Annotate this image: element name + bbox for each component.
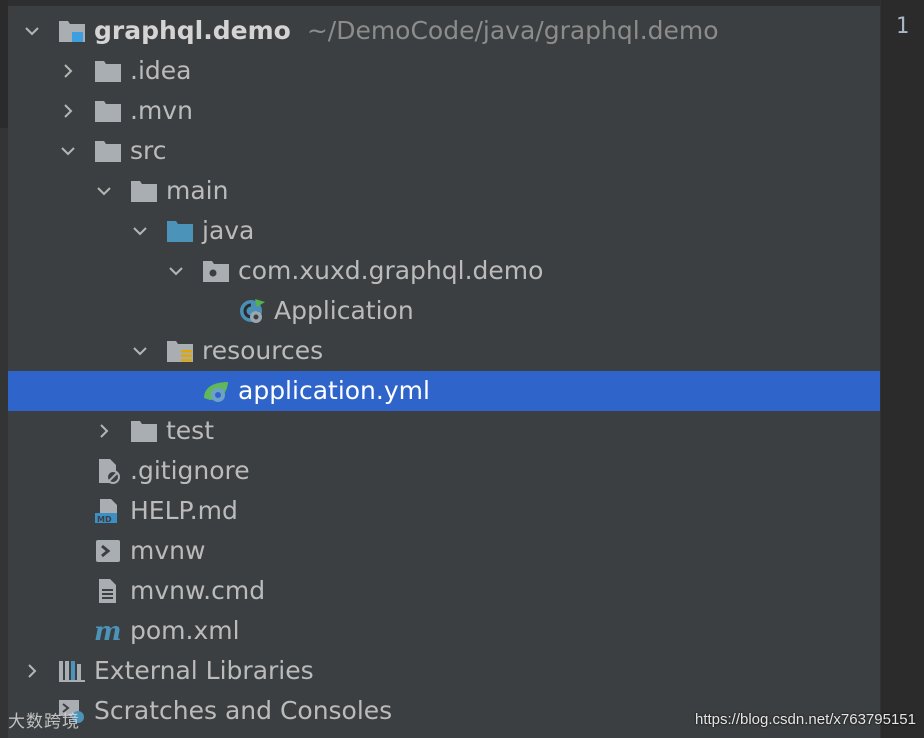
tree-item-label: External Libraries [94,656,314,685]
chevron-down-icon[interactable] [164,251,188,291]
editor-gutter: 1 [880,0,924,738]
ignore-file-icon [94,458,122,484]
markdown-file-icon: MD [94,498,122,524]
tree-item-help-md[interactable]: MD HELP.md [8,491,880,531]
tree-item-label: com.xuxd.graphql.demo [238,256,544,285]
chevron-down-icon[interactable] [92,171,116,211]
source-folder-icon [166,218,194,244]
chevron-down-icon[interactable] [20,11,44,51]
tree-item-label: main [166,176,229,205]
chevron-down-icon[interactable] [56,131,80,171]
spring-config-icon [202,378,230,404]
tree-item-external-libraries[interactable]: External Libraries [8,651,880,691]
spring-boot-class-icon [238,298,266,324]
project-name: graphql.demo ~/DemoCode/java/graphql.demo [94,16,719,45]
top-border [8,0,880,6]
resources-folder-icon [166,338,194,364]
tree-item-label: .idea [130,56,192,85]
tree-item-main[interactable]: main [8,171,880,211]
tree-item-label: java [202,216,255,245]
tree-item-application-yml[interactable]: application.yml [8,371,880,411]
project-path: ~/DemoCode/java/graphql.demo [306,16,719,45]
shell-script-icon [94,538,122,564]
project-folder-icon [58,18,86,44]
tree-item-label: pom.xml [130,616,240,645]
tree-item-label: Scratches and Consoles [94,696,393,725]
tree-item-project-root[interactable]: graphql.demo ~/DemoCode/java/graphql.demo [8,11,880,51]
tree-item-label: .gitignore [130,456,250,485]
chevron-down-icon[interactable] [128,211,152,251]
tree-item-label: resources [202,336,324,365]
chevron-down-icon[interactable] [128,331,152,371]
tree-item-resources[interactable]: resources [8,331,880,371]
libraries-icon [58,658,86,684]
svg-text:MD: MD [97,515,112,524]
folder-icon [94,58,122,84]
tree-item-label: mvnw [130,536,206,565]
line-number: 1 [895,14,909,39]
tree-item-application[interactable]: Application [8,291,880,331]
folder-icon [130,178,158,204]
tree-item-mvnw[interactable]: mvnw [8,531,880,571]
svg-text:m: m [94,618,122,644]
tree-item-mvnw-cmd[interactable]: mvnw.cmd [8,571,880,611]
tree-item-src[interactable]: src [8,131,880,171]
tree-item-label: .mvn [130,96,193,125]
chevron-right-icon[interactable] [20,651,44,691]
watermark-url: https://blog.csdn.net/x763795151 [694,711,916,728]
tree-item-label: test [166,416,215,445]
tree-item-package[interactable]: com.xuxd.graphql.demo [8,251,880,291]
project-tree[interactable]: graphql.demo ~/DemoCode/java/graphql.demo… [8,11,880,731]
text-file-icon [94,578,122,604]
tree-item-gitignore[interactable]: .gitignore [8,451,880,491]
tree-item-label: application.yml [238,376,430,405]
tree-item-test[interactable]: test [8,411,880,451]
tree-item-label: mvnw.cmd [130,576,266,605]
maven-icon: m [94,618,122,644]
tree-item-label: Application [274,296,414,325]
tree-item-pom-xml[interactable]: m pom.xml [8,611,880,651]
package-icon [202,258,230,284]
chevron-right-icon[interactable] [56,51,80,91]
chevron-right-icon[interactable] [56,91,80,131]
tree-item-label: src [130,136,167,165]
folder-icon [94,138,122,164]
chevron-right-icon[interactable] [92,411,116,451]
left-edge [0,0,8,738]
tree-item-java[interactable]: java [8,211,880,251]
watermark-brand: 大数跨境 [8,712,80,732]
tree-item-mvn[interactable]: .mvn [8,91,880,131]
folder-icon [130,418,158,444]
tree-item-idea[interactable]: .idea [8,51,880,91]
tree-item-label: HELP.md [130,496,238,525]
folder-icon [94,98,122,124]
